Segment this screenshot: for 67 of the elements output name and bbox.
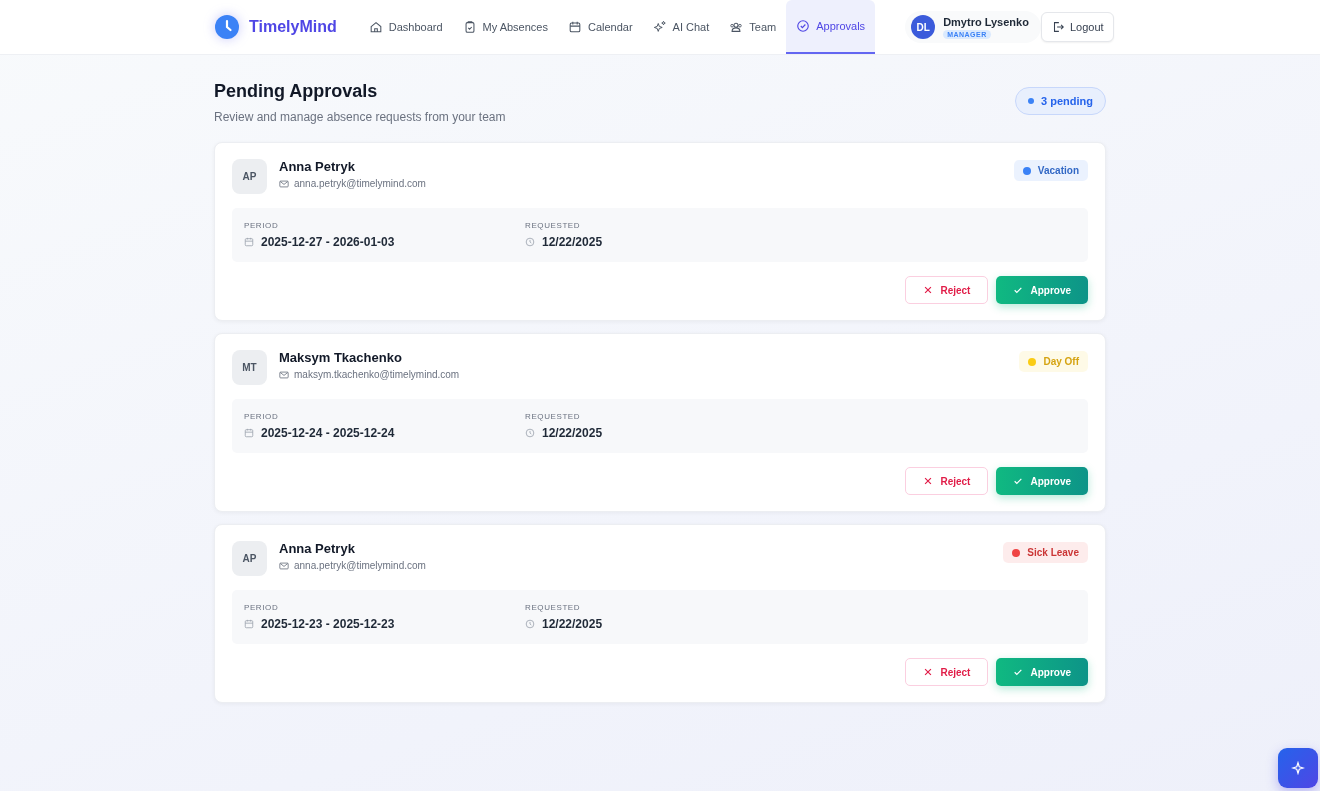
clock-icon (525, 428, 535, 438)
brand-name: TimelyMind (249, 18, 337, 36)
field-label: REQUESTED (525, 412, 582, 421)
employee-email: anna.petryk@timelymind.com (294, 178, 426, 189)
requested-date: 12/22/2025 (542, 235, 603, 249)
pending-count-badge: 3 pending (1015, 87, 1106, 115)
logout-button[interactable]: Logout (1040, 12, 1114, 42)
mail-icon (279, 369, 289, 380)
employee-avatar: AP (232, 159, 267, 194)
check-circle-icon (796, 19, 811, 33)
check-icon (1013, 476, 1024, 486)
mail-icon (279, 178, 289, 189)
reject-button[interactable]: Reject (905, 276, 989, 304)
approve-button[interactable]: Approve (996, 658, 1088, 686)
mail-icon (279, 560, 289, 571)
absence-type-tag: Vacation (1013, 160, 1088, 181)
clipboard-icon (462, 20, 477, 34)
requested-date: 12/22/2025 (542, 426, 603, 440)
absence-type-tag: Day Off (1019, 351, 1088, 372)
approve-button[interactable]: Approve (996, 467, 1088, 495)
page-title: Pending Approvals (214, 81, 379, 102)
nav-tab[interactable]: My Absences (452, 0, 558, 54)
nav-tab[interactable]: Dashboard (358, 0, 453, 54)
reject-button[interactable]: Reject (905, 467, 989, 495)
field-label: PERIOD (244, 412, 280, 421)
home-icon (368, 20, 383, 34)
period-value: 2025-12-27 - 2026-01-03 (261, 235, 395, 249)
sparkle-icon (1291, 761, 1305, 775)
user-avatar: DL (911, 15, 936, 39)
calendar-icon (244, 237, 254, 247)
ai-assistant-button[interactable] (1278, 748, 1318, 788)
absence-type-tag: Sick Leave (1003, 542, 1088, 563)
reject-button[interactable]: Reject (905, 658, 989, 686)
period-value: 2025-12-23 - 2025-12-23 (261, 617, 395, 631)
check-icon (1013, 667, 1024, 677)
approve-button[interactable]: Approve (996, 276, 1088, 304)
page-subtitle: Review and manage absence requests from your team (214, 110, 506, 124)
calendar-icon (244, 428, 254, 438)
calendar-icon (567, 20, 582, 34)
nav-tab[interactable]: AI Chat (642, 0, 720, 54)
employee-name: Anna Petryk (279, 159, 356, 174)
employee-avatar: AP (232, 541, 267, 576)
team-icon (729, 20, 744, 34)
employee-avatar: MT (232, 350, 267, 385)
employee-email: anna.petryk@timelymind.com (294, 560, 426, 571)
sparkle-icon (652, 20, 667, 34)
clock-icon (525, 237, 535, 247)
field-label: REQUESTED (525, 603, 582, 612)
employee-name: Anna Petryk (279, 541, 356, 556)
clock-icon (525, 619, 535, 629)
nav-tab[interactable]: Calendar (557, 0, 643, 54)
close-icon (923, 667, 934, 677)
period-value: 2025-12-24 - 2025-12-24 (261, 426, 395, 440)
close-icon (923, 476, 934, 486)
close-icon (923, 285, 934, 295)
employee-email: maksym.tkachenko@timelymind.com (294, 369, 460, 380)
field-label: PERIOD (244, 603, 280, 612)
nav-tab[interactable]: Team (719, 0, 787, 54)
user-name: Dmytro Lysenko (943, 15, 1029, 28)
calendar-icon (244, 619, 254, 629)
employee-name: Maksym Tkachenko (279, 350, 403, 365)
clock-icon (214, 14, 240, 40)
requested-date: 12/22/2025 (542, 617, 603, 631)
field-label: REQUESTED (525, 221, 582, 230)
nav-tab[interactable]: Approvals (786, 0, 876, 54)
field-label: PERIOD (244, 221, 280, 230)
check-icon (1013, 285, 1024, 295)
